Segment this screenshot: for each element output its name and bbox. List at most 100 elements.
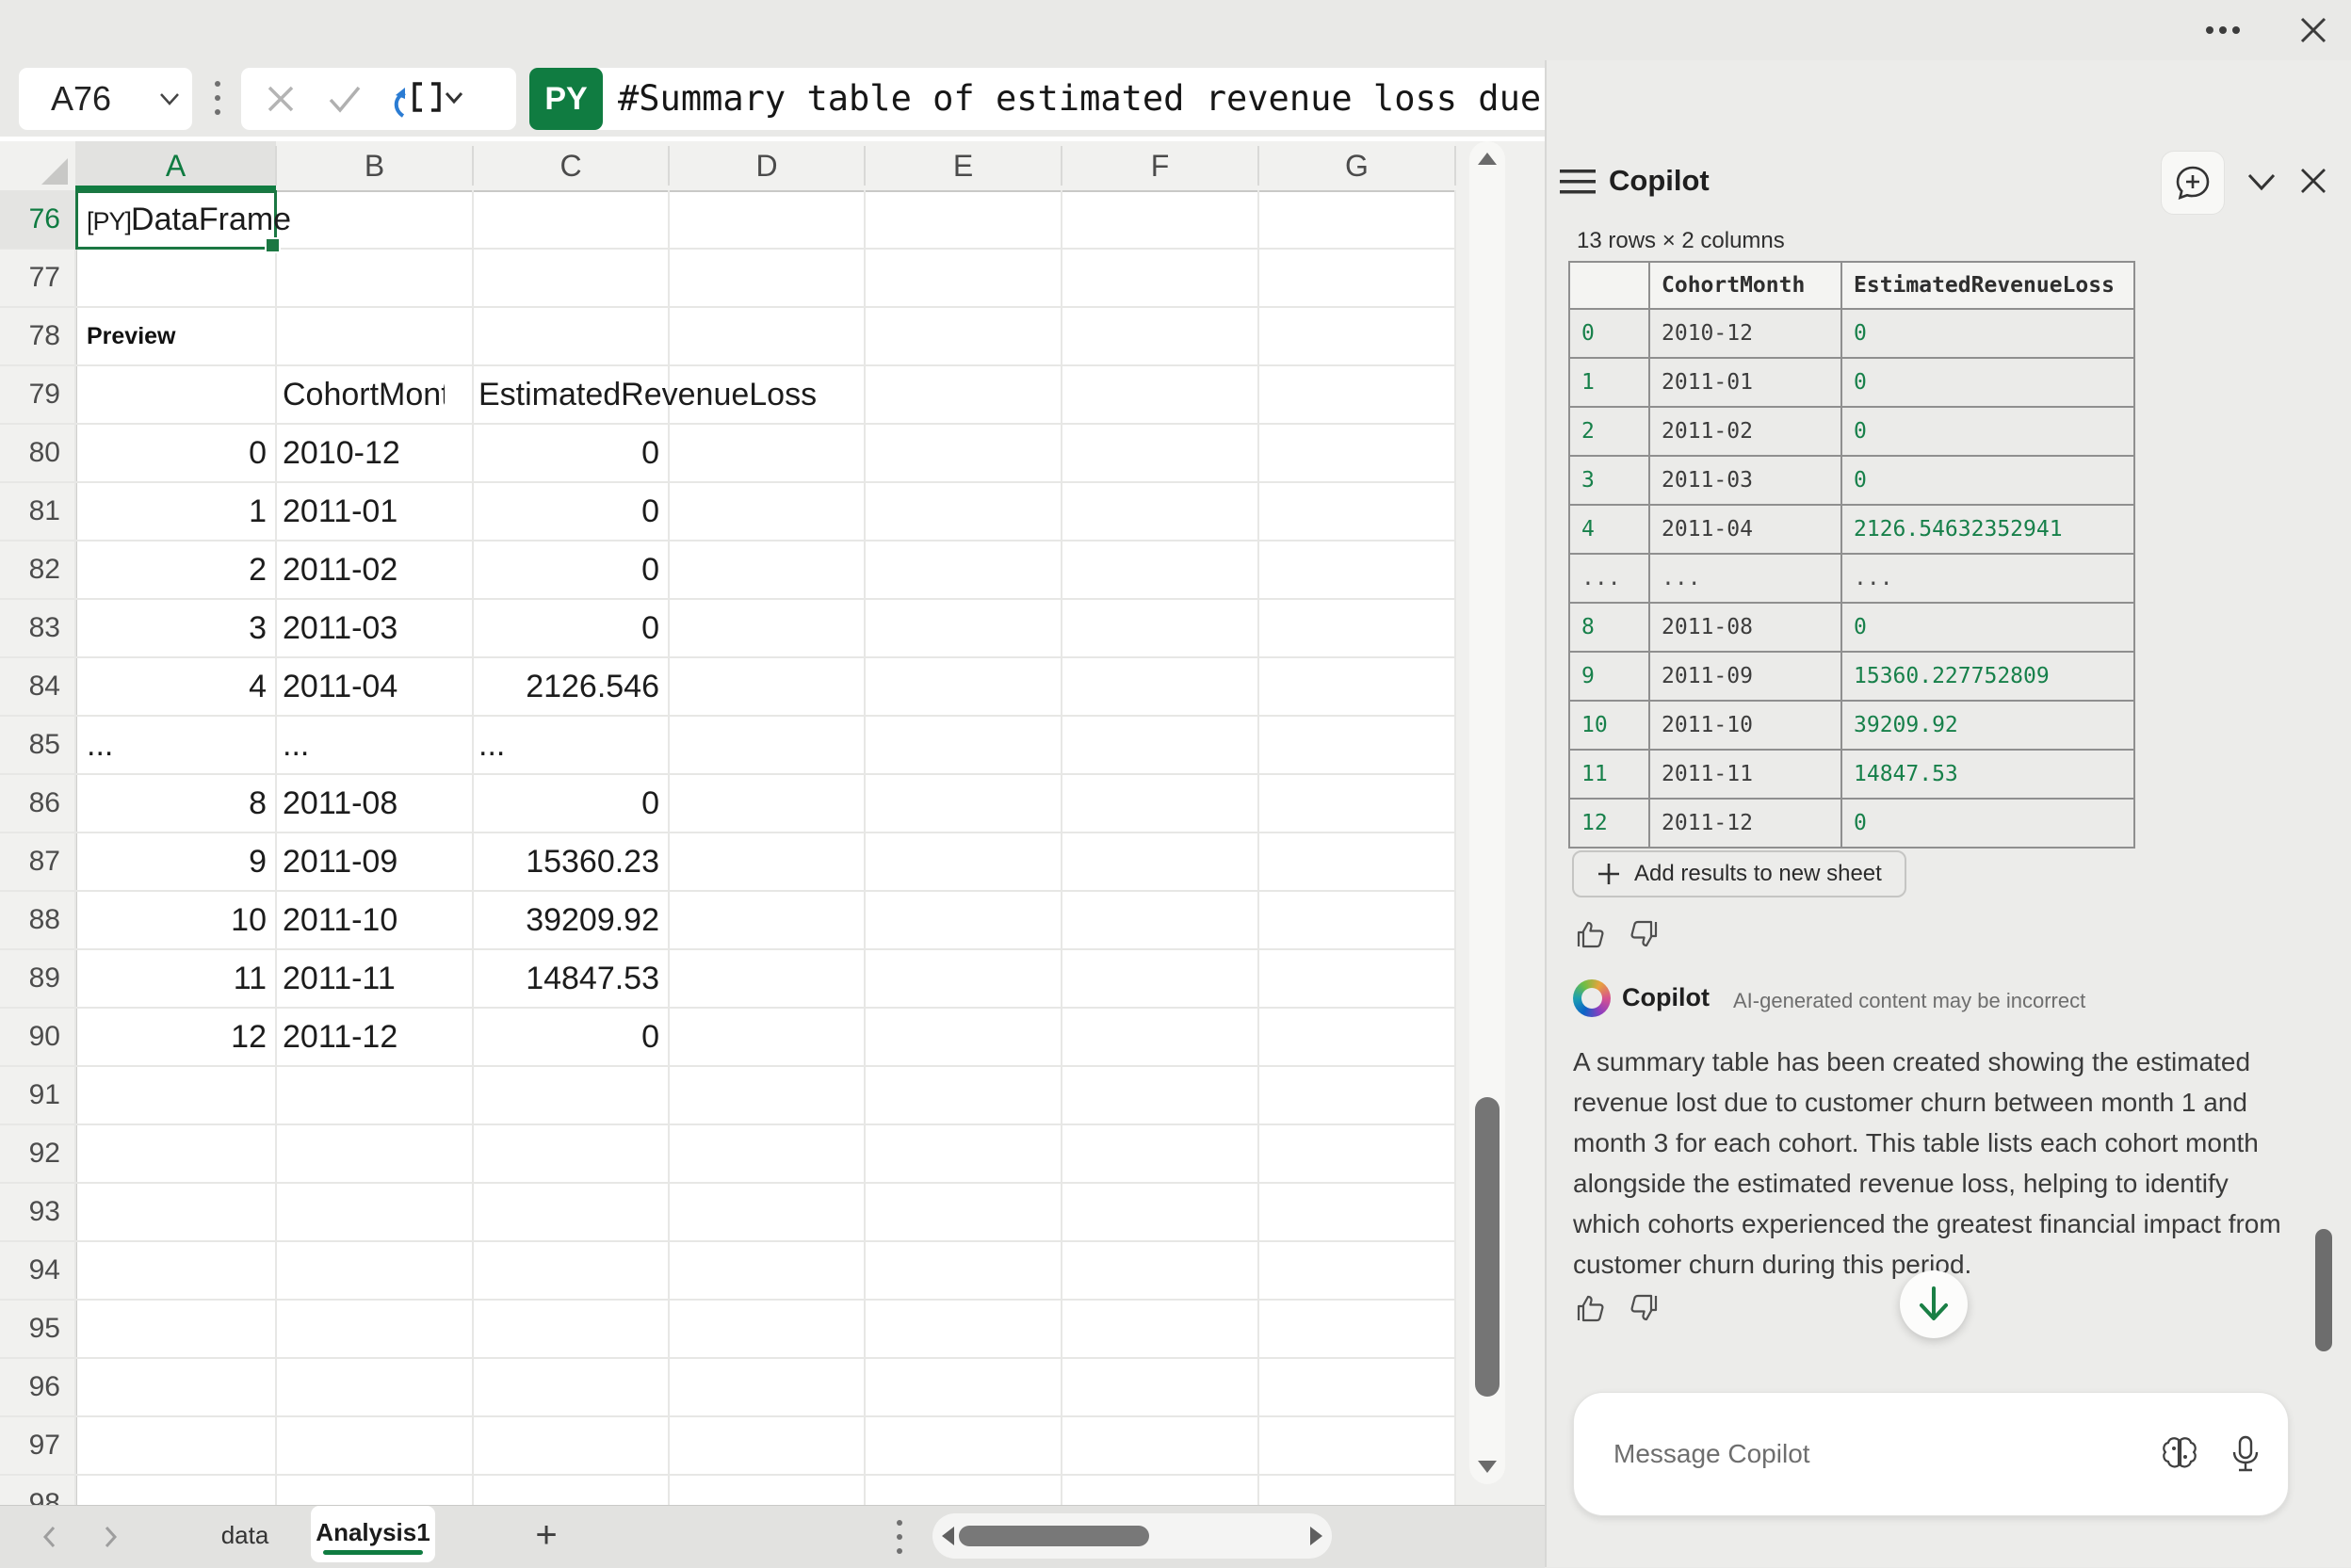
horizontal-scrollbar[interactable]: [932, 1513, 1332, 1559]
scroll-up-arrow-icon[interactable]: [1478, 153, 1497, 165]
panel-scrollbar-thumb[interactable]: [2315, 1229, 2332, 1351]
cell-c83: 0: [478, 599, 659, 657]
row-header-84[interactable]: 84: [0, 657, 75, 716]
row-header-93[interactable]: 93: [0, 1183, 75, 1241]
column-header-C[interactable]: C: [473, 141, 669, 190]
row-header-89[interactable]: 89: [0, 949, 75, 1008]
row-header-90[interactable]: 90: [0, 1008, 75, 1066]
copilot-table-cell: 0: [1569, 309, 1649, 358]
row-header-97[interactable]: 97: [0, 1416, 75, 1475]
microphone-icon[interactable]: [2226, 1434, 2265, 1474]
tab-bar-more-icon[interactable]: [897, 1520, 902, 1554]
row-header-85[interactable]: 85: [0, 716, 75, 774]
copilot-table-cell: 4: [1569, 505, 1649, 554]
column-header-separator: [275, 146, 277, 186]
scroll-down-arrow-icon[interactable]: [1478, 1461, 1497, 1473]
column-header-B[interactable]: B: [276, 141, 473, 190]
copilot-message-input[interactable]: [1612, 1393, 2124, 1515]
copilot-table-cell: 2011-10: [1649, 701, 1841, 750]
row-header-87[interactable]: 87: [0, 832, 75, 891]
column-header-D[interactable]: D: [669, 141, 865, 190]
row-header-94[interactable]: 94: [0, 1241, 75, 1300]
column-header-separator: [1061, 146, 1062, 186]
copilot-table-cell: 10: [1569, 701, 1649, 750]
row-header-98[interactable]: 98: [0, 1475, 75, 1505]
work-mode-brain-icon[interactable]: [2160, 1434, 2199, 1474]
row-header-79[interactable]: 79: [0, 365, 75, 424]
row-header-77[interactable]: 77: [0, 249, 75, 307]
next-sheet-icon[interactable]: [98, 1525, 122, 1549]
copilot-brand-label: Copilot: [1622, 983, 1710, 1012]
cell-b81: 2011-01: [283, 482, 397, 541]
close-window-icon[interactable]: [2293, 11, 2334, 49]
copilot-table-cell: 2010-12: [1649, 309, 1841, 358]
thumbs-up-icon[interactable]: [1575, 918, 1607, 950]
thumbs-down-icon[interactable]: [1628, 1292, 1660, 1324]
copilot-table-cell: 0: [1841, 603, 2134, 652]
row-header-81[interactable]: 81: [0, 482, 75, 541]
scroll-right-arrow-icon[interactable]: [1310, 1527, 1322, 1545]
thumbs-up-icon[interactable]: [1575, 1292, 1607, 1324]
add-sheet-button[interactable]: +: [524, 1513, 569, 1559]
menu-hamburger-icon[interactable]: [1560, 168, 1596, 196]
select-all-corner[interactable]: [0, 141, 75, 190]
cell-c89: 14847.53: [478, 949, 659, 1008]
column-header-E[interactable]: E: [865, 141, 1062, 190]
cell-a80: 0: [83, 424, 267, 482]
column-header-G[interactable]: G: [1258, 141, 1455, 190]
row-header-95[interactable]: 95: [0, 1300, 75, 1358]
cell-a76-dataframe[interactable]: [PY]DataFrame: [87, 190, 291, 249]
thumbs-down-icon[interactable]: [1628, 918, 1660, 950]
new-chat-button[interactable]: [2161, 151, 2225, 215]
gridline-horizontal: [0, 306, 1455, 308]
row-header-92[interactable]: 92: [0, 1124, 75, 1183]
column-header-F[interactable]: F: [1062, 141, 1258, 190]
copilot-table-cell: 12: [1569, 799, 1649, 848]
row-header-96[interactable]: 96: [0, 1358, 75, 1416]
cell-c86: 0: [478, 774, 659, 832]
fill-handle[interactable]: [265, 237, 281, 253]
scroll-left-arrow-icon[interactable]: [942, 1527, 954, 1545]
prev-sheet-icon[interactable]: [38, 1525, 62, 1549]
column-header-A[interactable]: A: [75, 141, 276, 190]
chevron-down-icon[interactable]: [158, 90, 181, 107]
gridline-vertical: [275, 190, 277, 1505]
close-panel-icon[interactable]: [2298, 166, 2328, 196]
row-header-91[interactable]: 91: [0, 1066, 75, 1124]
enter-check-icon[interactable]: [328, 84, 362, 114]
cancel-icon[interactable]: [266, 84, 296, 114]
cell-b83: 2011-03: [283, 599, 397, 657]
scroll-to-bottom-button[interactable]: [1900, 1270, 1968, 1338]
row-header-82[interactable]: 82: [0, 541, 75, 599]
copilot-table-row: 42011-042126.54632352941: [1569, 505, 2134, 554]
row-header-76[interactable]: 76: [0, 190, 75, 249]
horizontal-scrollbar-thumb[interactable]: [959, 1526, 1149, 1546]
vertical-scrollbar[interactable]: [1469, 141, 1505, 1484]
column-header-separator: [472, 146, 474, 186]
cell-b86: 2011-08: [283, 774, 397, 832]
spreadsheet-grid[interactable]: ABCDEFG767778798081828384858687888990919…: [0, 137, 1545, 1505]
gridline-horizontal: [0, 1415, 1455, 1417]
sheet-tab-data[interactable]: data: [193, 1506, 297, 1568]
row-header-86[interactable]: 86: [0, 774, 75, 832]
vertical-scrollbar-thumb[interactable]: [1475, 1097, 1500, 1397]
row-header-80[interactable]: 80: [0, 424, 75, 482]
copilot-table-cell: 14847.53: [1841, 750, 2134, 799]
add-results-to-new-sheet-button[interactable]: Add results to new sheet: [1572, 850, 1906, 897]
copilot-table-cell: 2011-03: [1649, 456, 1841, 505]
cell-b79-cohortmonth-header: CohortMonth: [283, 365, 445, 424]
row-header-88[interactable]: 88: [0, 891, 75, 949]
gridline-horizontal: [0, 1357, 1455, 1359]
more-options-icon[interactable]: [2202, 11, 2244, 49]
row-header-78[interactable]: 78: [0, 307, 75, 365]
collapse-panel-icon[interactable]: [2246, 171, 2278, 192]
copilot-table-row: 122011-120: [1569, 799, 2134, 848]
row-header-83[interactable]: 83: [0, 599, 75, 657]
name-box[interactable]: A76: [19, 68, 192, 130]
excel-copilot-window: { "formula_bar": { "cell_reference": "A7…: [0, 0, 2351, 1567]
insert-python-icon[interactable]: [390, 78, 463, 121]
sheet-tab-analysis1[interactable]: Analysis1: [311, 1506, 435, 1562]
formula-bar-drag-handle[interactable]: [215, 81, 220, 115]
cell-b84: 2011-04: [283, 657, 397, 716]
cell-a78-preview-label: Preview: [87, 307, 176, 365]
